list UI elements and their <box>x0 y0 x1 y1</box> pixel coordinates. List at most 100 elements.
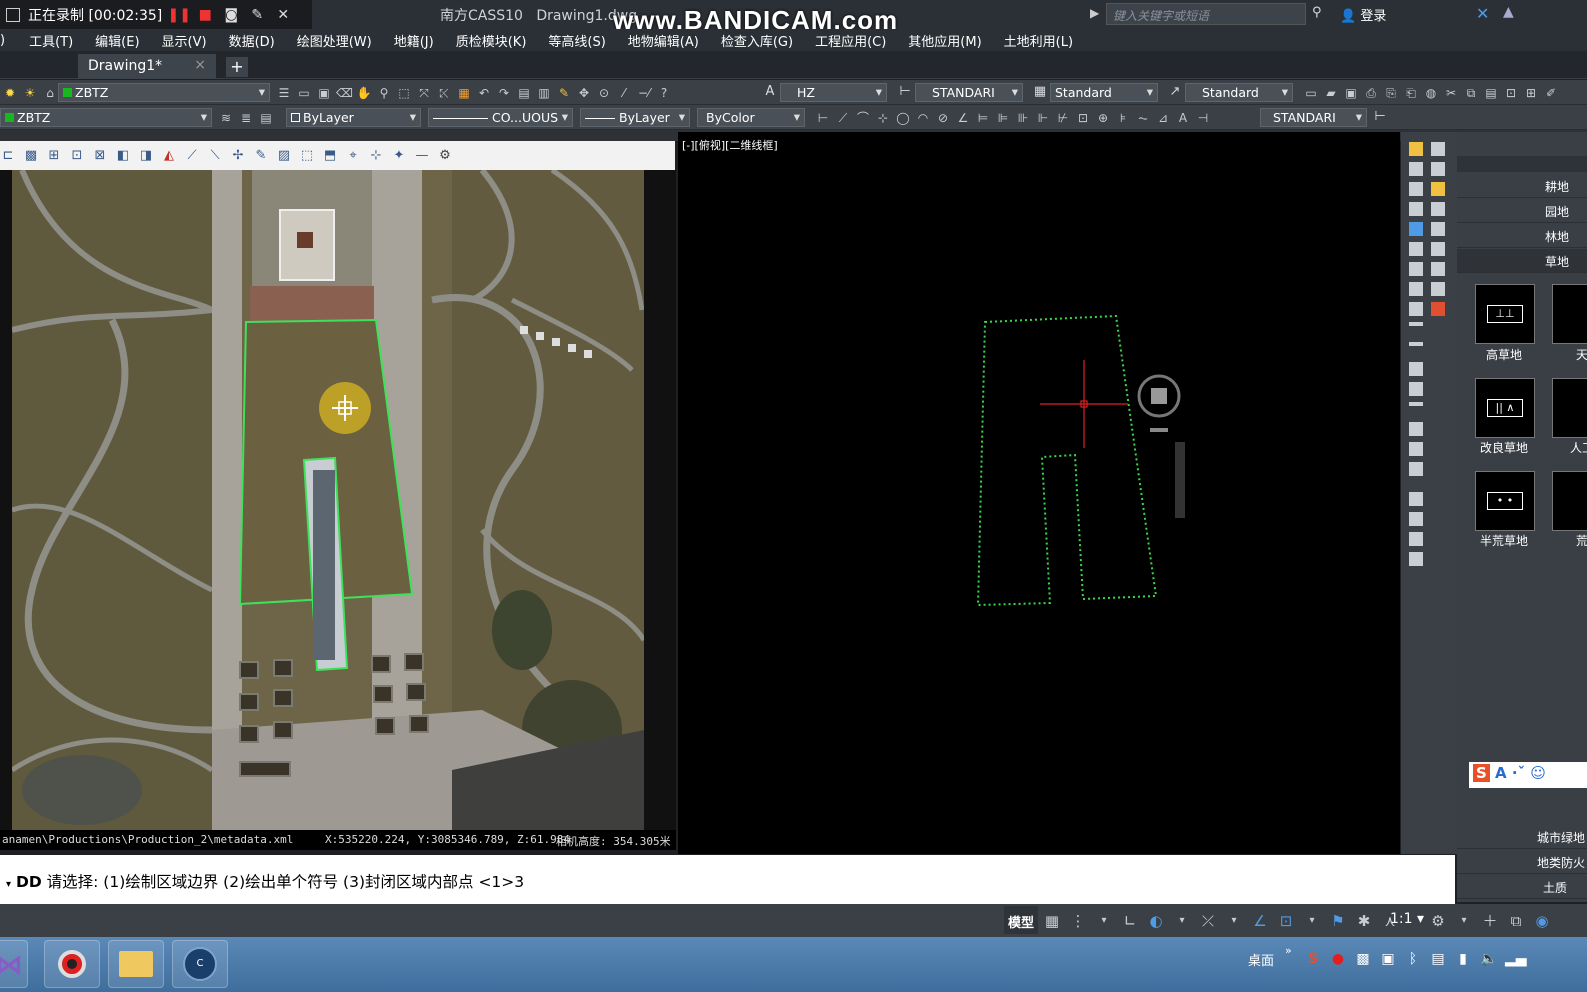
move-icon[interactable]: ✥ <box>576 85 592 101</box>
screen-tray-icon[interactable]: ▣ <box>1380 951 1396 967</box>
volume-icon[interactable]: 🔈 <box>1480 951 1497 967</box>
publish-icon[interactable]: ◍ <box>1423 85 1439 101</box>
lock-icon[interactable]: ⌂ <box>42 85 58 101</box>
lightbulb-icon[interactable]: ✹ <box>2 85 18 101</box>
polyline-tool-icon[interactable]: ⟍ <box>207 148 223 164</box>
dim-diameter-icon[interactable]: ⊘ <box>935 110 951 126</box>
box-tool-icon[interactable]: ⬒ <box>322 148 338 164</box>
plus-icon[interactable]: ＋ <box>1482 913 1498 929</box>
pick-tool-icon[interactable]: ✦ <box>391 148 407 164</box>
record-tray-icon[interactable]: ● <box>1330 951 1346 967</box>
preview-icon[interactable]: ⎘ <box>1383 85 1399 101</box>
menu-item[interactable]: ) <box>0 33 5 48</box>
layer-match-icon[interactable]: ≣ <box>238 110 254 126</box>
layer-select[interactable]: ZBTZ <box>58 83 270 102</box>
viewport-label[interactable]: [-][俯视][二维线框] <box>682 137 778 153</box>
stop-icon[interactable]: ■ <box>196 6 214 24</box>
copy-icon[interactable]: ⧉ <box>1463 85 1479 101</box>
symbol-tile[interactable]: ⊥⊥ <box>1475 284 1535 344</box>
redo-icon[interactable]: ↷ <box>496 85 512 101</box>
menu-item[interactable]: 土地利用(L) <box>1004 31 1073 50</box>
signal-icon[interactable]: ▂▄ <box>1505 951 1527 967</box>
new-tab-button[interactable]: + <box>226 57 248 77</box>
dropdown-icon[interactable]: ▾ <box>1096 913 1112 929</box>
ortho-icon[interactable]: ∟ <box>1122 913 1138 929</box>
polar-icon[interactable]: ◐ <box>1148 913 1164 929</box>
menu-item[interactable]: 绘图处理(W) <box>297 31 372 50</box>
undo-icon[interactable]: ↶ <box>476 85 492 101</box>
category-orchard[interactable]: 园地 <box>1457 199 1587 223</box>
zoom-icon[interactable]: ⚲ <box>376 85 392 101</box>
area-tool-icon[interactable]: ▨ <box>276 148 292 164</box>
symbol-tile[interactable] <box>1552 471 1587 531</box>
cut-icon[interactable]: ✂ <box>1443 85 1459 101</box>
dim-arc-icon[interactable]: ⌒ <box>855 110 871 126</box>
dim-quick-icon[interactable]: ⊨ <box>975 110 991 126</box>
calculator-icon[interactable]: ▥ <box>536 85 552 101</box>
center-mark-icon[interactable]: ⊕ <box>1095 110 1111 126</box>
help-query-icon[interactable]: ? <box>656 85 672 101</box>
symbol-tile[interactable]: || ∧ <box>1475 378 1535 438</box>
dim-jogged-icon[interactable]: ◠ <box>915 110 931 126</box>
tab-close-icon[interactable]: × <box>194 57 206 73</box>
erase-icon[interactable]: ⌫ <box>336 85 353 101</box>
category-grassland[interactable]: 草地 <box>1457 249 1587 273</box>
layer-props-icon[interactable]: ☰ <box>276 85 292 101</box>
help-icon[interactable]: ▲ <box>1503 4 1514 20</box>
app-tray-icon[interactable]: ▩ <box>1355 951 1371 967</box>
open-file-icon[interactable]: ▰ <box>1323 85 1339 101</box>
lineweight-select[interactable]: ByLayer <box>580 108 690 127</box>
dropdown-icon[interactable]: ▾ <box>1174 913 1190 929</box>
brush-icon[interactable]: ✐ <box>1543 85 1559 101</box>
point-tool-icon[interactable]: ✢ <box>230 148 246 164</box>
bluetooth-icon[interactable]: ᛒ <box>1405 951 1421 967</box>
sogou-tray-icon[interactable]: S <box>1305 951 1321 967</box>
osnap-icon[interactable]: ⤫ <box>1200 913 1216 929</box>
measure-line-icon[interactable]: — <box>414 148 430 164</box>
menu-item[interactable]: 工程应用(C) <box>815 31 886 50</box>
block-icon[interactable]: ⊞ <box>1523 85 1539 101</box>
save-file-icon[interactable]: ▣ <box>1343 85 1359 101</box>
model-space-button[interactable]: 模型 <box>1004 906 1038 934</box>
draw-tool-icon[interactable]: ✎ <box>253 148 269 164</box>
menu-item[interactable]: 工具(T) <box>29 31 73 50</box>
menu-item[interactable]: 等高线(S) <box>548 31 605 50</box>
zoom-extents-icon[interactable]: ⤧ <box>416 85 432 101</box>
category-soil[interactable]: 土质 <box>1457 875 1587 899</box>
plot-icon[interactable]: ⎗ <box>1403 85 1419 101</box>
layer-select-2[interactable]: ZBTZ <box>0 108 212 127</box>
make-current-icon[interactable]: ≋ <box>218 110 234 126</box>
break-icon[interactable]: ⁄ <box>616 85 632 101</box>
annotation-scale[interactable]: 1:1 ▾ <box>1390 911 1424 927</box>
layer-state-icons[interactable]: ✹ ☀ ⌂ <box>2 80 58 105</box>
dim-radius-icon[interactable]: ◯ <box>895 110 911 126</box>
angle-icon[interactable]: ∠ <box>1252 913 1268 929</box>
hardware-accel-icon[interactable]: ◉ <box>1534 913 1550 929</box>
pan-icon[interactable]: ✋ <box>356 85 372 101</box>
category-farmland[interactable]: 耕地 <box>1457 174 1587 198</box>
orthophoto-panel[interactable]: anamen\Productions\Production_2\metadata… <box>0 170 676 850</box>
dim-edit-icon[interactable]: ⊿ <box>1155 110 1171 126</box>
layer-stack-icon[interactable]: ◨ <box>138 148 154 164</box>
menu-item[interactable]: 地籍(J) <box>394 31 434 50</box>
measure-icon[interactable]: ✎ <box>556 85 572 101</box>
dim-continue-icon[interactable]: ⊪ <box>1015 110 1031 126</box>
properties-icon[interactable]: ▤ <box>516 85 532 101</box>
snap-icon[interactable]: ⊙ <box>596 85 612 101</box>
layers-icon[interactable]: ◧ <box>115 148 131 164</box>
symbol-tile[interactable]: • • <box>1475 471 1535 531</box>
line-tool-icon[interactable]: ⟋ <box>184 148 200 164</box>
linetype-select[interactable]: CO...UOUS <box>428 108 573 127</box>
dim-jog-icon[interactable]: ⏦ <box>1135 110 1151 126</box>
terrain-icon[interactable]: ◭ <box>161 148 177 164</box>
battery-icon[interactable]: ▮ <box>1455 951 1471 967</box>
taskbar-recorder[interactable] <box>44 940 100 988</box>
save-icon[interactable]: ▣ <box>316 85 332 101</box>
snap-grid-icon[interactable]: ⋮ <box>1070 913 1086 929</box>
split-icon[interactable]: ⊞ <box>46 148 62 164</box>
menu-item[interactable]: 编辑(E) <box>95 31 139 50</box>
desktop-label[interactable]: 桌面 <box>1248 950 1274 969</box>
trim-icon[interactable]: −⁄ <box>636 85 652 101</box>
menu-item[interactable]: 其他应用(M) <box>908 31 981 50</box>
zoom-window-icon[interactable]: ⬚ <box>396 85 412 101</box>
